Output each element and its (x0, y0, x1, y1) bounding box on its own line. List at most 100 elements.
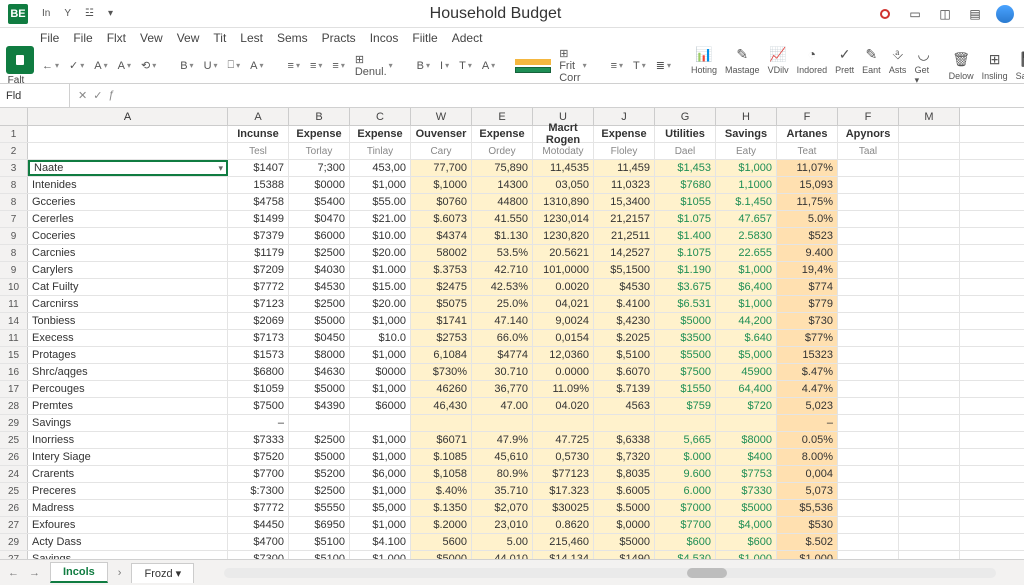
cell[interactable] (899, 364, 960, 380)
category-cell[interactable]: Gcceries (28, 194, 228, 210)
cell[interactable]: $1741 (411, 313, 472, 329)
cell[interactable]: 9,0024 (533, 313, 594, 329)
cell[interactable]: 4.47% (777, 381, 838, 397)
cell[interactable]: $7500 (655, 364, 716, 380)
ribbon-tool[interactable]: ⊞ Denul. (351, 51, 397, 80)
cell[interactable] (838, 296, 899, 312)
cell[interactable]: $7500 (228, 398, 289, 414)
cell[interactable]: $5,1500 (594, 262, 655, 278)
cell[interactable]: 47.725 (533, 432, 594, 448)
cell[interactable] (838, 398, 899, 414)
category-cell[interactable]: Shrc/aqges (28, 364, 228, 380)
category-cell[interactable]: Savings (28, 415, 228, 431)
cell[interactable]: $5000 (716, 500, 777, 516)
cell[interactable]: $4,000 (716, 517, 777, 533)
col-header[interactable]: W (411, 108, 472, 125)
cell[interactable]: $4.100 (350, 534, 411, 550)
cell[interactable]: $5100 (289, 534, 350, 550)
cell[interactable]: $.502 (777, 534, 838, 550)
cell[interactable]: $6000 (350, 398, 411, 414)
cell[interactable] (716, 415, 777, 431)
cell[interactable]: $21.00 (350, 211, 411, 227)
cell[interactable]: $.2000 (411, 517, 472, 533)
cell[interactable]: $5,536 (777, 500, 838, 516)
cell[interactable]: Expense (472, 126, 533, 142)
row-header[interactable]: 3 (0, 160, 28, 176)
menu-item[interactable]: Vew (177, 31, 200, 45)
cell[interactable] (838, 381, 899, 397)
menu-item[interactable]: File (40, 31, 59, 45)
cell[interactable]: $7753 (716, 466, 777, 482)
cell[interactable]: $0760 (411, 194, 472, 210)
cell[interactable]: $1,000 (350, 347, 411, 363)
col-header[interactable]: F (777, 108, 838, 125)
cell[interactable]: 1230,820 (533, 228, 594, 244)
ribbon-command[interactable]: ✓Prett (835, 45, 854, 75)
app-badge[interactable]: BE (8, 4, 28, 24)
cell[interactable]: $4390 (289, 398, 350, 414)
cell[interactable]: 15,3400 (594, 194, 655, 210)
cell[interactable]: 1,1000 (716, 177, 777, 193)
cell[interactable]: $3500 (655, 330, 716, 346)
cell[interactable]: Expense (289, 126, 350, 142)
cell[interactable]: $4700 (228, 534, 289, 550)
cell[interactable]: 23,010 (472, 517, 533, 533)
cell[interactable] (899, 432, 960, 448)
cell[interactable] (838, 279, 899, 295)
cell[interactable]: Tesl (228, 143, 289, 159)
cell[interactable] (899, 415, 960, 431)
ribbon-command[interactable]: ⎀Asts (889, 45, 907, 75)
cell[interactable]: $730 (777, 313, 838, 329)
cell[interactable]: $,7320 (594, 449, 655, 465)
cell[interactable] (899, 313, 960, 329)
cell[interactable]: $.640 (716, 330, 777, 346)
cell[interactable]: $2753 (411, 330, 472, 346)
cell[interactable] (838, 245, 899, 261)
spreadsheet-grid[interactable]: 1IncunseExpenseExpenseOuvenserExpenseMac… (0, 126, 1024, 568)
ribbon-tool[interactable]: ≡ (328, 51, 348, 80)
cell[interactable]: Teat (777, 143, 838, 159)
cell[interactable]: $730% (411, 364, 472, 380)
cell[interactable] (899, 262, 960, 278)
category-cell[interactable]: Naate (28, 160, 228, 176)
cell[interactable]: 8.00% (777, 449, 838, 465)
menu-item[interactable]: Flxt (107, 31, 126, 45)
cell[interactable]: $,6338 (594, 432, 655, 448)
category-cell[interactable]: Cererles (28, 211, 228, 227)
category-cell[interactable]: Acty Dass (28, 534, 228, 550)
cell[interactable]: 4563 (594, 398, 655, 414)
cell[interactable] (411, 415, 472, 431)
qat-item[interactable]: In (38, 6, 54, 21)
cell[interactable]: 101,0000 (533, 262, 594, 278)
cell[interactable]: $2,070 (472, 500, 533, 516)
cell[interactable]: Apynors (838, 126, 899, 142)
row-header[interactable]: 2 (0, 143, 28, 159)
cell[interactable]: $2500 (289, 432, 350, 448)
sheet-tab-active[interactable]: Incols (50, 562, 108, 583)
cell[interactable]: $.6005 (594, 483, 655, 499)
cell[interactable] (655, 415, 716, 431)
cell[interactable]: $4450 (228, 517, 289, 533)
cell[interactable]: 15323 (777, 347, 838, 363)
cell[interactable]: $1407 (228, 160, 289, 176)
row-header[interactable]: 25 (0, 483, 28, 499)
cell[interactable]: $8000 (716, 432, 777, 448)
category-cell[interactable]: Exfoures (28, 517, 228, 533)
cell[interactable]: 5600 (411, 534, 472, 550)
cell[interactable]: $1499 (228, 211, 289, 227)
cell[interactable] (838, 160, 899, 176)
cell[interactable]: $,8035 (594, 466, 655, 482)
cell[interactable]: $6,000 (350, 466, 411, 482)
cell[interactable] (899, 279, 960, 295)
cell[interactable] (838, 194, 899, 210)
cell[interactable]: 47.9% (472, 432, 533, 448)
cell[interactable]: $55.00 (350, 194, 411, 210)
category-cell[interactable] (28, 143, 228, 159)
nav-prev-icon[interactable]: ← (8, 567, 19, 579)
cell[interactable]: $3.675 (655, 279, 716, 295)
ribbon-tool[interactable]: A (114, 57, 135, 74)
category-cell[interactable]: Premtes (28, 398, 228, 414)
row-header[interactable]: 26 (0, 449, 28, 465)
cell[interactable] (899, 143, 960, 159)
cell[interactable]: 11,07% (777, 160, 838, 176)
